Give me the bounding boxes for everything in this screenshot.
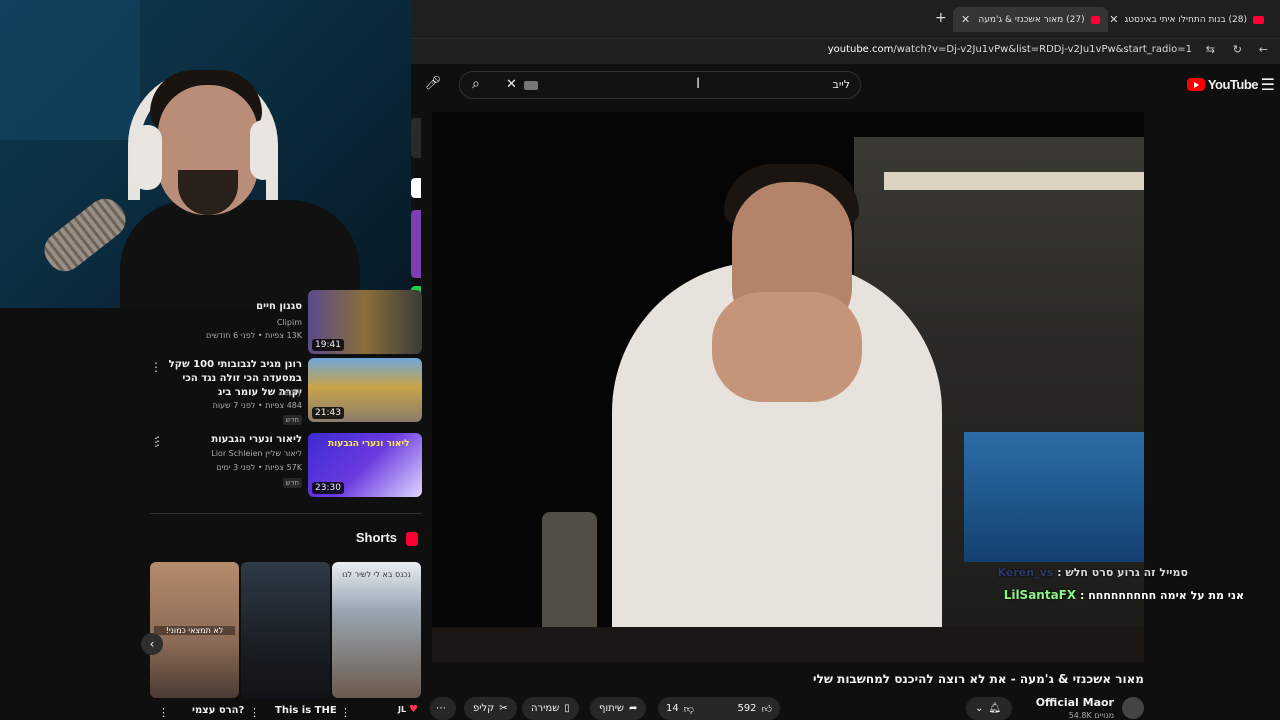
search-icon[interactable]: ⌕ <box>472 76 480 92</box>
close-tab-icon[interactable]: ✕ <box>961 13 970 26</box>
chevron-left-icon[interactable]: ‹ <box>141 633 163 655</box>
bell-icon: 🔔︎ <box>988 703 1002 714</box>
channel-name[interactable]: Zepry <box>278 388 302 397</box>
partial-thumbnail[interactable] <box>411 210 421 278</box>
list-item[interactable]: ליאור ונערי הגבעות 23:30 ליאור ונערי הגב… <box>150 433 422 501</box>
scissors-icon: ✂ <box>499 703 508 714</box>
subscriber-count: 54.8K מנויים <box>1068 711 1114 720</box>
shorts-icon <box>406 532 418 546</box>
subscribe-bell-button[interactable]: ⌄ 🔔︎ <box>966 697 1012 720</box>
address-bar[interactable]: youtube.com/watch?v=Dj-v2Ju1vPw&list=RDD… <box>411 38 1280 64</box>
chat-message: אני מת על אימה חחחחחחחחח : LilSantaFX <box>1003 588 1244 602</box>
voice-search-icon[interactable]: 🎤︎ <box>421 72 445 96</box>
list-item[interactable]: 19:41 סגנון חיים Clipim 13K צפיות • לפני… <box>150 290 422 358</box>
more-options-icon[interactable]: ⋮ <box>158 706 169 719</box>
reload-icon[interactable]: ↻ <box>1233 43 1242 56</box>
chevron-down-icon: ⌄ <box>975 703 984 714</box>
short-title[interactable]: This is THE <box>275 705 337 716</box>
channel-name[interactable]: Official Maor <box>1036 696 1114 709</box>
video-thumbnail[interactable]: 21:43 <box>308 358 422 422</box>
video-meta: 13K צפיות • לפני 6 חודשים <box>205 331 302 340</box>
translate-icon[interactable]: ⇆ <box>1206 43 1215 56</box>
heart-icon: ♥ <box>409 704 418 715</box>
like-count: 592 <box>737 703 757 714</box>
partial-thumbnail[interactable] <box>411 118 421 158</box>
short-title[interactable]: JL <box>398 705 406 714</box>
url-text[interactable]: youtube.com/watch?v=Dj-v2Ju1vPw&list=RDD… <box>828 44 1192 55</box>
youtube-logo[interactable]: YouTube <box>1186 77 1259 92</box>
dislike-count: 14 <box>666 703 679 714</box>
youtube-header: 🎤︎ ⌕ ✕ I לייב YouTube ☰ <box>411 64 1280 108</box>
close-tab-icon[interactable]: ✕ <box>1109 13 1118 26</box>
bookmark-icon: ▯ <box>564 703 570 714</box>
list-item[interactable]: 21:43 רונן מגיב לגבובותי 100 שקל במסעדה … <box>150 358 422 426</box>
share-icon: ➦ <box>629 703 638 714</box>
youtube-favicon-icon <box>1253 15 1264 24</box>
partial-thumbnail[interactable] <box>411 178 421 198</box>
new-tab-button[interactable]: + <box>935 10 947 26</box>
clear-search-icon[interactable]: ✕ <box>506 77 517 92</box>
video-actions: ⋯ קליפ ✂ שמירה ▯ שיתוף ➦ 14 👎︎ 592 👍︎ ⌄ 🔔︎ Off… <box>430 696 1150 720</box>
like-icon[interactable]: 👍︎ <box>762 703 772 715</box>
tab-label: (27) מאור אשכנזי & ג'מעה - את <box>976 14 1085 25</box>
short-thumbnail[interactable] <box>241 562 330 698</box>
short-title[interactable]: הרס עצמי? <box>192 705 244 716</box>
shorts-heading: Shorts <box>150 530 420 550</box>
video-thumbnail[interactable]: ליאור ונערי הגבעות 23:30 <box>308 433 422 497</box>
webcam-overlay <box>0 0 411 308</box>
short-thumbnail[interactable]: נכנס בא לי לשיר לנו <box>332 562 421 698</box>
search-box[interactable]: ⌕ ✕ I לייב <box>459 71 861 99</box>
like-dislike-group[interactable]: 14 👎︎ 592 👍︎ <box>658 697 780 720</box>
share-button[interactable]: שיתוף ➦ <box>590 697 647 720</box>
channel-info[interactable]: Official Maor 54.8K מנויים <box>1036 696 1114 720</box>
video-meta: 484 צפיות • לפני 7 שעות <box>212 401 302 410</box>
video-meta: 57K צפיות • לפני 3 ימים <box>216 463 302 472</box>
keyboard-icon[interactable] <box>524 81 538 90</box>
more-options-icon[interactable]: ⋮ <box>249 706 260 719</box>
search-input[interactable]: לייב <box>832 78 850 91</box>
new-badge: חדש <box>282 478 302 488</box>
video-thumbnail[interactable]: 19:41 <box>308 290 422 354</box>
tab-1[interactable]: (28) בנות התחילו איתי באינסטג ✕ <box>1101 7 1272 32</box>
section-divider <box>150 513 422 514</box>
save-button[interactable]: שמירה ▯ <box>522 697 579 720</box>
channel-name[interactable]: ליאור שליין Lior Schleien <box>211 449 302 458</box>
tab-2[interactable]: (27) מאור אשכנזי & ג'מעה - את ✕ <box>953 7 1108 32</box>
dislike-icon[interactable]: 👎︎ <box>684 703 694 715</box>
youtube-favicon-icon <box>1090 15 1100 24</box>
short-thumbnail[interactable]: לא תמצאי כמוני! <box>150 562 239 698</box>
more-actions-button[interactable]: ⋯ <box>430 697 456 720</box>
microphone-image <box>37 191 133 279</box>
menu-icon[interactable]: ☰ <box>1261 75 1275 94</box>
chat-message: סמייל זה גרוע סרט חלש : Keren_vs <box>997 566 1188 579</box>
video-title[interactable]: ליאור ונערי הגבעות <box>162 433 302 447</box>
channel-name[interactable]: Clipim <box>277 318 302 327</box>
video-title[interactable]: סגנון חיים <box>162 300 302 314</box>
more-options-icon[interactable]: ⋮ <box>340 706 351 719</box>
chat-overlay: סמייל זה גרוע סרט חלש : Keren_vs אני מת … <box>980 562 1280 608</box>
channel-avatar[interactable] <box>1122 697 1144 719</box>
tab-label: (28) בנות התחילו איתי באינסטג <box>1124 14 1247 25</box>
text-cursor-icon: I <box>696 76 701 92</box>
video-title: מאור אשכנזי & ג'מעה - את לא רוצה להיכנס … <box>813 672 1144 686</box>
youtube-play-icon <box>1186 78 1205 91</box>
back-arrow-icon[interactable]: ← <box>1259 43 1268 56</box>
new-badge: חדש <box>282 415 302 425</box>
more-options-icon[interactable]: ⋮ <box>152 434 164 448</box>
clip-button[interactable]: קליפ ✂ <box>464 697 517 720</box>
browser-tab-bar: (28) בנות התחילו איתי באינסטג ✕ (27) מאו… <box>411 0 1280 38</box>
more-options-icon[interactable]: ⋮ <box>150 360 162 374</box>
